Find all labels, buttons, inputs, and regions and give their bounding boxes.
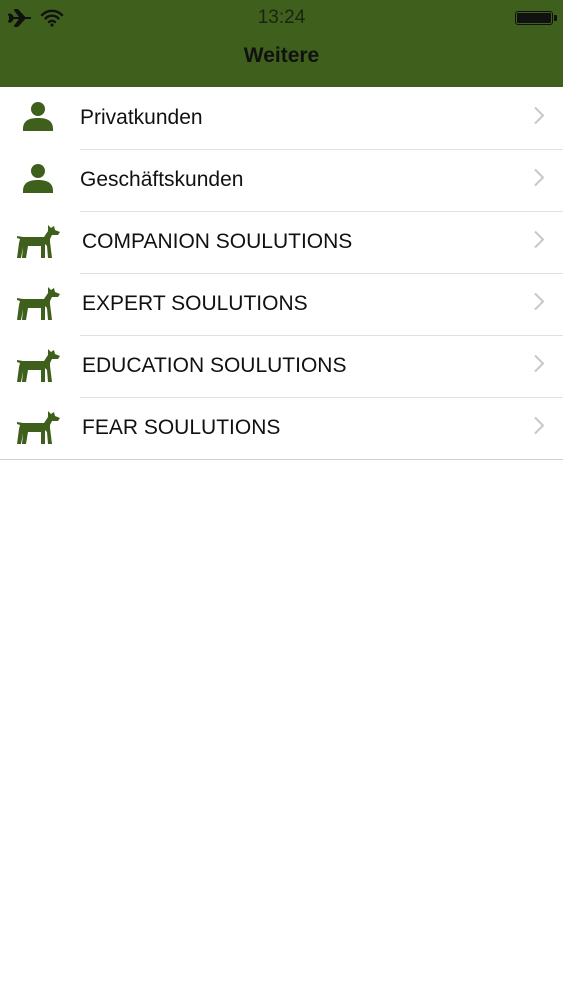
dog-icon bbox=[14, 222, 62, 262]
menu-list: Privatkunden Geschäftskunden COMPANION S… bbox=[0, 87, 563, 460]
list-item-label: Privatkunden bbox=[80, 106, 203, 129]
list-item-education-soulutions[interactable]: EDUCATION SOULUTIONS bbox=[0, 335, 563, 397]
page-title: Weitere bbox=[243, 44, 320, 67]
list-item-label: COMPANION SOULUTIONS bbox=[82, 230, 353, 253]
chevron-right-icon bbox=[533, 106, 545, 131]
dog-icon bbox=[14, 346, 62, 386]
chevron-right-icon bbox=[533, 292, 545, 317]
chevron-right-icon bbox=[533, 416, 545, 441]
list-item-geschaeftskunden[interactable]: Geschäftskunden bbox=[0, 149, 563, 211]
list-item-label: Geschäftskunden bbox=[80, 168, 244, 191]
list-item-companion-soulutions[interactable]: COMPANION SOULUTIONS bbox=[0, 211, 563, 273]
person-icon bbox=[14, 160, 62, 200]
chevron-right-icon bbox=[533, 230, 545, 255]
list-item-fear-soulutions[interactable]: FEAR SOULUTIONS bbox=[0, 397, 563, 459]
chevron-right-icon bbox=[533, 168, 545, 193]
list-item-label: EXPERT SOULUTIONS bbox=[82, 292, 308, 315]
navigation-header: 13:24 Weitere bbox=[0, 0, 563, 87]
dog-icon bbox=[14, 284, 62, 324]
person-icon bbox=[14, 98, 62, 138]
battery-icon bbox=[515, 11, 553, 25]
status-time: 13:24 bbox=[257, 7, 306, 28]
dog-icon bbox=[14, 408, 62, 448]
list-item-expert-soulutions[interactable]: EXPERT SOULUTIONS bbox=[0, 273, 563, 335]
list-item-label: FEAR SOULUTIONS bbox=[82, 416, 281, 439]
chevron-right-icon bbox=[533, 354, 545, 379]
battery-tip bbox=[554, 15, 557, 21]
list-item-privatkunden[interactable]: Privatkunden bbox=[0, 87, 563, 149]
list-item-label: EDUCATION SOULUTIONS bbox=[82, 354, 347, 377]
status-bar: 13:24 bbox=[0, 0, 563, 38]
